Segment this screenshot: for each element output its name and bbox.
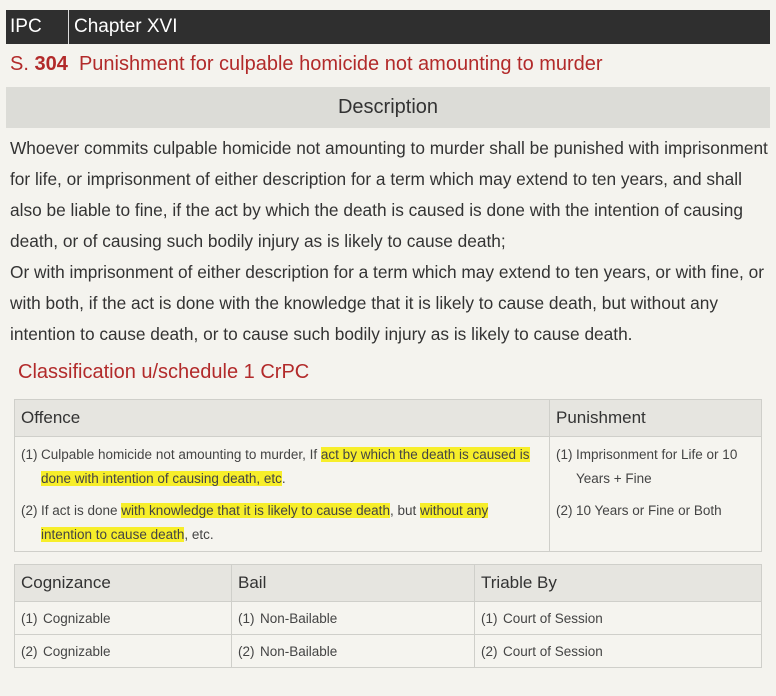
section-heading: Punishment for culpable homicide not amo… (78, 53, 603, 75)
top-strip (0, 0, 776, 10)
row-index: (1) (481, 610, 498, 626)
description-para-1: Whoever commits culpable homicide not am… (10, 138, 768, 251)
row-index: (1) (21, 610, 38, 626)
offence-text-end: , etc. (184, 527, 214, 542)
description-para-2: Or with imprisonment of either descripti… (10, 262, 764, 344)
offence-index: (2) (21, 503, 38, 518)
table-row: (1) Cognizable (1) Non-Bailable (1) Court o… (14, 601, 762, 635)
classification-heading: Classification u/schedule 1 CrPC (18, 361, 310, 383)
bail-header: Bail (231, 564, 475, 602)
offence-cell: (1) Culpable homicide not amounting to m… (14, 436, 550, 552)
bail-value: Non-Bailable (260, 610, 338, 626)
triable-cell: (1) Court of Session (474, 601, 762, 635)
description-body: Whoever commits culpable homicide not am… (10, 133, 768, 350)
row-index: (2) (238, 643, 255, 659)
act-label: IPC (6, 10, 69, 44)
cognizance-header: Cognizance (14, 564, 232, 602)
bail-value: Non-Bailable (260, 643, 338, 659)
offence-table: Offence Punishment (1) Culpable homicide… (14, 399, 762, 552)
punishment-item: (2) 10 Years or Fine or Both (556, 499, 755, 523)
punishment-index: (1) (556, 447, 573, 462)
offence-highlight: with knowledge that it is likely to caus… (121, 503, 390, 518)
offence-index: (1) (21, 447, 38, 462)
offence-item: (2) If act is done with knowledge that i… (21, 499, 543, 547)
row-index: (2) (481, 643, 498, 659)
offence-text-plain: If act is done (41, 503, 122, 518)
cognizance-cell: (2) Cognizable (14, 634, 232, 668)
punishment-text: Imprisonment for Life or 10 Years + Fine (576, 447, 738, 486)
triable-value: Court of Session (503, 643, 603, 659)
row-index: (1) (238, 610, 255, 626)
cognizance-value: Cognizable (43, 610, 111, 626)
offence-text-mid: , but (389, 503, 420, 518)
offence-item: (1) Culpable homicide not amounting to m… (21, 443, 543, 491)
bail-cell: (2) Non-Bailable (231, 634, 475, 668)
punishment-item: (1) Imprisonment for Life or 10 Years + … (556, 443, 755, 491)
triable-value: Court of Session (503, 610, 603, 626)
punishment-header: Punishment (549, 399, 762, 437)
offence-header: Offence (14, 399, 550, 437)
chapter-label: Chapter XVI (74, 16, 178, 37)
section-number: 304 (34, 53, 68, 75)
header-bar: IPC Chapter XVI (6, 10, 770, 44)
offence-text: If act is done with knowledge that it is… (41, 499, 543, 547)
punishment-text: 10 Years or Fine or Both (576, 503, 722, 518)
offence-text-end: . (281, 471, 286, 486)
bail-cell: (1) Non-Bailable (231, 601, 475, 635)
procedure-table: Cognizance Bail Triable By (1) Cognizable… (14, 564, 762, 668)
punishment-cell: (1) Imprisonment for Life or 10 Years + … (549, 436, 762, 552)
row-index: (2) (21, 643, 38, 659)
section-prefix: S. (10, 53, 29, 75)
cognizance-value: Cognizable (43, 643, 111, 659)
triable-header: Triable By (474, 564, 762, 602)
triable-cell: (2) Court of Session (474, 634, 762, 668)
offence-text-plain: Culpable homicide not amounting to murde… (41, 447, 321, 462)
description-heading: Description (6, 87, 770, 128)
cognizance-cell: (1) Cognizable (14, 601, 232, 635)
table-row: (2) Cognizable (2) Non-Bailable (2) Court o… (14, 634, 762, 668)
punishment-index: (2) (556, 503, 573, 518)
offence-text: Culpable homicide not amounting to murde… (41, 443, 543, 491)
section-title: S. 304 Punishment for culpable homicide … (10, 53, 603, 76)
